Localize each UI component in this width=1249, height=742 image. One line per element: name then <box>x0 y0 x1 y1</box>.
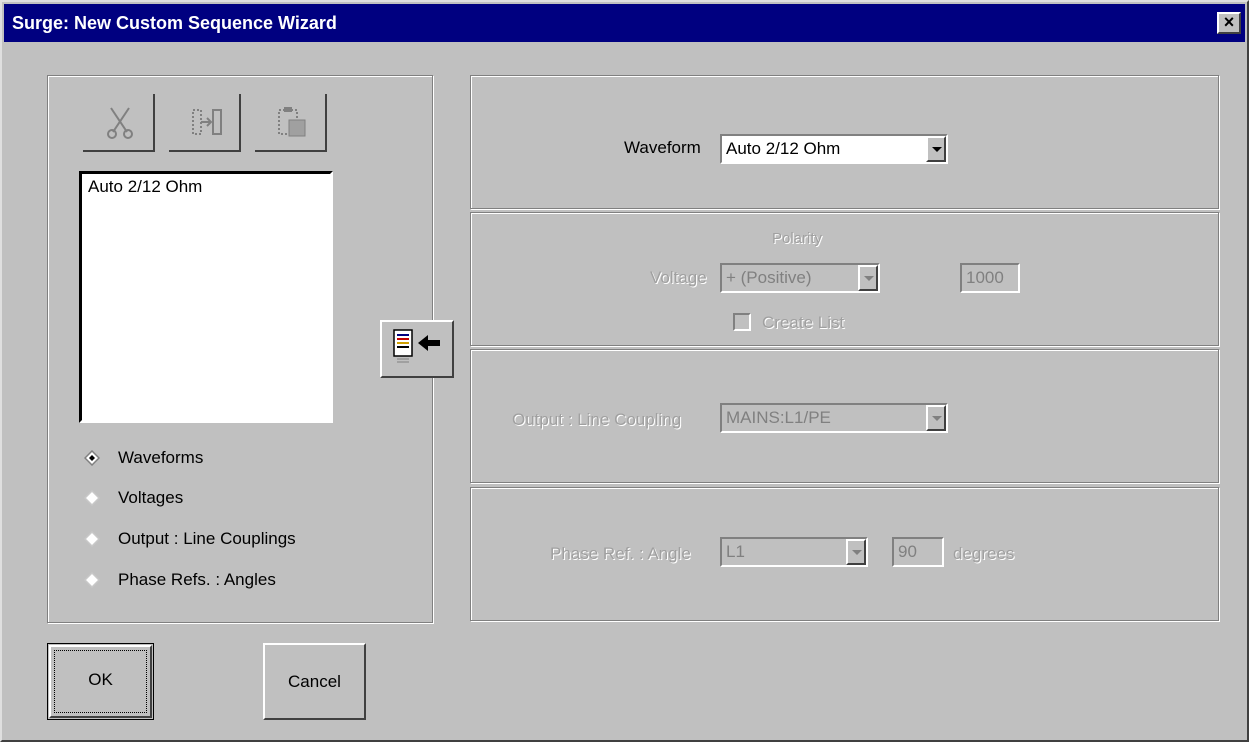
cut-button[interactable] <box>83 94 155 152</box>
angle-unit-label: degrees <box>953 544 1015 563</box>
polarity-value: + (Positive) <box>726 268 812 287</box>
coupling-label: Output : Line Coupling <box>512 410 682 429</box>
polarity-label: Polarity <box>772 230 823 247</box>
waveform-select[interactable]: Auto 2/12 Ohm <box>720 134 948 164</box>
chevron-down-icon[interactable] <box>846 539 866 565</box>
ok-label: OK <box>88 670 113 689</box>
phase-value: L1 <box>726 542 745 561</box>
title-bar: Surge: New Custom Sequence Wizard × <box>4 4 1245 42</box>
create-list-label: Create List <box>762 313 845 332</box>
window-title: Surge: New Custom Sequence Wizard <box>12 13 337 33</box>
paste-button[interactable] <box>255 94 327 152</box>
close-icon: × <box>1223 12 1235 32</box>
chevron-down-icon[interactable] <box>858 265 878 291</box>
wizard-window: Surge: New Custom Sequence Wizard × Auto… <box>0 0 1249 742</box>
radio-selected-icon <box>84 450 100 466</box>
angle-value: 90 <box>898 542 917 561</box>
voltage-input[interactable]: 1000 <box>960 263 1020 293</box>
voltage-value: 1000 <box>966 268 1004 287</box>
radio-icon <box>84 490 100 506</box>
radio-icon <box>84 531 100 547</box>
coupling-value: MAINS:L1/PE <box>726 408 831 427</box>
radio-icon <box>84 572 100 588</box>
chevron-down-icon[interactable] <box>926 136 946 162</box>
cut-icon <box>107 107 133 139</box>
move-button[interactable] <box>169 94 241 152</box>
radio-label: Waveforms <box>118 448 204 467</box>
phase-select[interactable]: L1 <box>720 537 868 567</box>
move-icon <box>192 109 222 135</box>
add-to-list-icon <box>393 329 440 363</box>
cancel-button[interactable]: Cancel <box>263 643 366 720</box>
waveform-value: Auto 2/12 Ohm <box>726 139 841 158</box>
waveform-label: Waveform <box>624 138 701 157</box>
cancel-label: Cancel <box>288 672 341 691</box>
chevron-down-icon[interactable] <box>926 405 946 431</box>
add-to-list-button[interactable] <box>380 320 454 378</box>
radio-label: Phase Refs. : Angles <box>118 570 276 589</box>
list-item[interactable]: Auto 2/12 Ohm <box>88 177 202 197</box>
polarity-select[interactable]: + (Positive) <box>720 263 880 293</box>
radio-label: Output : Line Couplings <box>118 529 296 548</box>
sequence-list[interactable]: Auto 2/12 Ohm <box>79 171 333 423</box>
create-list-checkbox[interactable] <box>733 313 751 331</box>
voltage-label: Voltage <box>650 268 707 287</box>
angle-input[interactable]: 90 <box>892 537 944 567</box>
radio-label: Voltages <box>118 488 184 507</box>
ok-button[interactable]: OK <box>47 643 154 720</box>
coupling-select[interactable]: MAINS:L1/PE <box>720 403 948 433</box>
phase-label: Phase Ref. : Angle <box>550 544 691 563</box>
paste-icon <box>278 107 306 137</box>
close-button[interactable]: × <box>1217 12 1241 34</box>
